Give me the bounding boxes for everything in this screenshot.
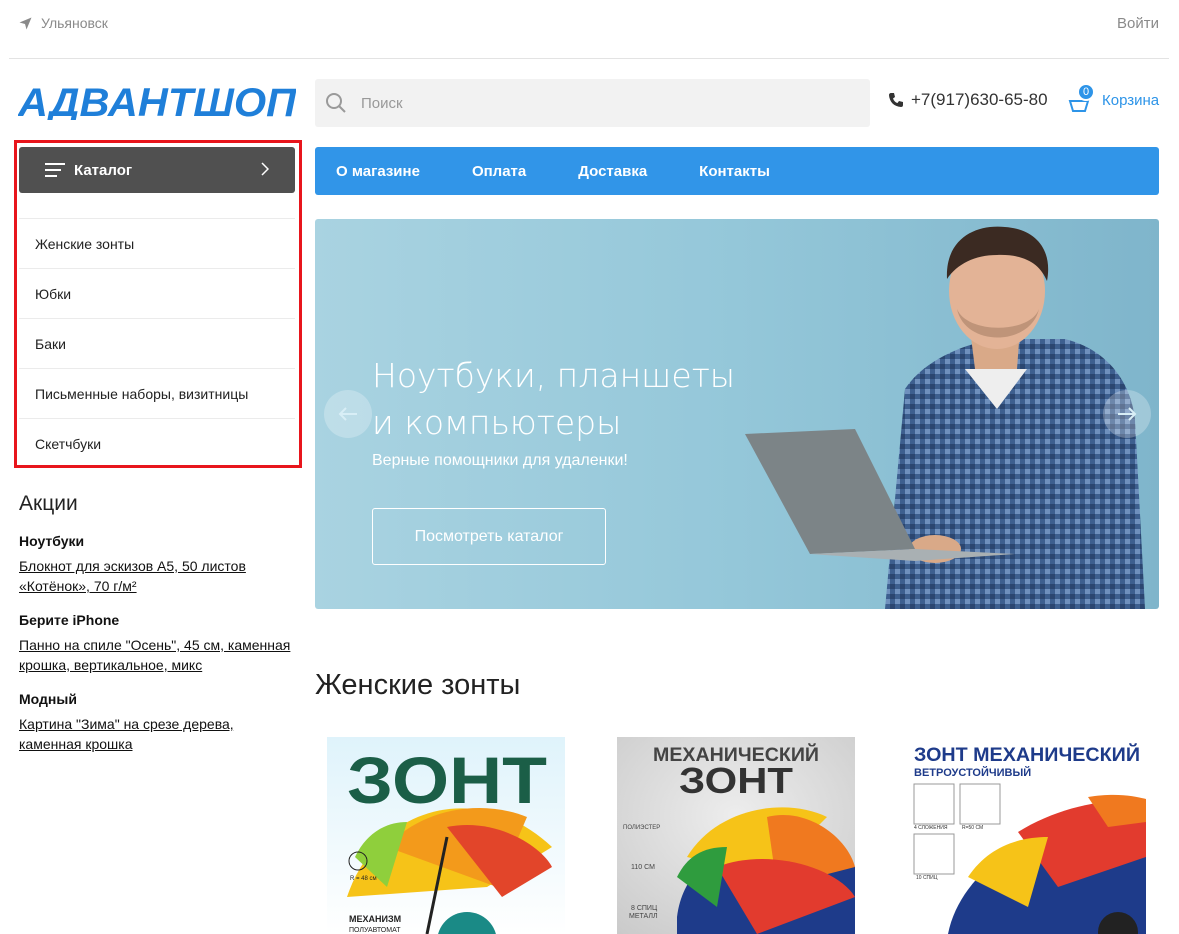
view-catalog-button[interactable]: Посмотреть каталог [372, 508, 606, 565]
product-headline: ЗОНТ [347, 743, 547, 817]
catalog-item-writing-sets[interactable]: Письменные наборы, визитницы [19, 368, 295, 418]
promotion-link[interactable]: Картина "Зима" на срезе дерева, каменная… [19, 714, 259, 754]
login-link[interactable]: Войти [1117, 15, 1159, 32]
product-card[interactable]: ЗОНТ R = 48 см МЕХАНИЗМ ПОЛУАВТОМАТ [327, 737, 565, 934]
product-image: МЕХАНИЧЕСКИЙ ЗОНТ ПОЛИЭСТЕР 110 СМ 8 СПИ… [617, 737, 855, 934]
catalog-item-skirts[interactable]: Юбки [19, 268, 295, 318]
product-spec: ПОЛУАВТОМАТ [349, 927, 401, 934]
slider-prev-button[interactable] [324, 390, 372, 438]
product-spec: R = 48 см [350, 876, 377, 882]
product-spec: 110 СМ [631, 864, 655, 871]
product-headline: ЗОНТ [679, 760, 793, 801]
product-spec: ПОЛИЭСТЕР [623, 825, 660, 831]
cart-label: Корзина [1102, 91, 1160, 109]
product-headline: ЗОНТ МЕХАНИЧЕСКИЙ [914, 744, 1140, 766]
search-input[interactable] [361, 94, 841, 112]
promotions-title: Акции [19, 492, 78, 515]
site-logo[interactable]: АДВАНТШОП [17, 81, 297, 125]
location-arrow-icon [19, 17, 32, 29]
section-title: Женские зонты [315, 669, 521, 701]
banner-title: Ноутбуки, планшеты и компьютеры [372, 352, 752, 446]
phone-icon [889, 93, 903, 107]
nav-delivery[interactable]: Доставка [578, 163, 647, 180]
slider-next-button[interactable] [1103, 390, 1151, 438]
catalog-button-label: Каталог [74, 161, 133, 179]
arrow-left-icon [338, 407, 357, 421]
promotion-item: Модный Картина "Зима" на срезе дерева, к… [19, 691, 304, 754]
chevron-right-icon [261, 162, 269, 176]
nav-payment[interactable]: Оплата [472, 163, 526, 180]
banner-title-line: Ноутбуки, планшеты [372, 356, 736, 395]
arrow-right-icon [1118, 407, 1137, 421]
catalog-button[interactable]: Каталог [19, 147, 295, 193]
catalog-list: Женские зонты Юбки Баки Письменные набор… [19, 218, 295, 468]
banner-person-image [745, 226, 1145, 609]
nav-contacts[interactable]: Контакты [699, 163, 770, 180]
search-icon[interactable] [325, 92, 347, 114]
promotion-link[interactable]: Панно на спиле "Осень", 45 см, каменная … [19, 635, 304, 675]
promotion-name: Берите iPhone [19, 612, 120, 628]
cart-link[interactable]: 0 Корзина [1068, 83, 1160, 114]
nav-about[interactable]: О магазине [336, 163, 420, 180]
city-name: Ульяновск [41, 15, 108, 31]
catalog-item-tanks[interactable]: Баки [19, 318, 295, 368]
product-headline: ВЕТРОУСТОЙЧИВЫЙ [914, 766, 1031, 779]
search-bar[interactable] [315, 79, 870, 127]
catalog-item-womens-umbrellas[interactable]: Женские зонты [19, 218, 295, 268]
promotion-item: Ноутбуки Блокнот для эскизов А5, 50 лист… [19, 533, 304, 596]
phone-contact[interactable]: +7(917)630-65-80 [888, 90, 1048, 110]
product-spec: 4 СЛОЖЕНИЯ [914, 825, 948, 831]
phone-number: +7(917)630-65-80 [911, 90, 1048, 109]
product-image: ЗОНТ R = 48 см МЕХАНИЗМ ПОЛУАВТОМАТ [327, 737, 565, 934]
cart-icon-wrap: 0 [1068, 83, 1096, 114]
product-spec: R=50 СМ [962, 825, 983, 831]
banner-subtitle: Верные помощники для удаленки! [372, 452, 628, 469]
promotion-link[interactable]: Блокнот для эскизов А5, 50 листов «Котён… [19, 556, 279, 596]
hero-banner: Ноутбуки, планшеты и компьютеры Верные п… [315, 219, 1159, 609]
product-spec: 10 СПИЦ [916, 875, 938, 881]
promotion-item: Берите iPhone Панно на спиле "Осень", 45… [19, 612, 304, 675]
product-spec: МЕХАНИЗМ [349, 914, 401, 924]
catalog-item-sketchbooks[interactable]: Скетчбуки [19, 418, 295, 468]
product-spec: МЕТАЛЛ [629, 913, 658, 920]
cart-count-badge: 0 [1077, 83, 1095, 101]
top-bar: Ульяновск Войти [9, 0, 1169, 59]
banner-title-line: и компьютеры [372, 403, 622, 442]
product-spec: 8 СПИЦ [631, 905, 658, 912]
promotion-name: Модный [19, 691, 77, 707]
product-image: ЗОНТ МЕХАНИЧЕСКИЙ ВЕТРОУСТОЙЧИВЫЙ 4 СЛОЖ… [908, 737, 1146, 934]
product-card[interactable]: МЕХАНИЧЕСКИЙ ЗОНТ ПОЛИЭСТЕР 110 СМ 8 СПИ… [617, 737, 855, 934]
product-card[interactable]: ЗОНТ МЕХАНИЧЕСКИЙ ВЕТРОУСТОЙЧИВЫЙ 4 СЛОЖ… [908, 737, 1146, 934]
promotion-name: Ноутбуки [19, 533, 85, 549]
main-nav: О магазине Оплата Доставка Контакты [315, 147, 1159, 195]
logo-text: АДВАНТШОП [18, 82, 296, 120]
city-selector[interactable]: Ульяновск [19, 15, 108, 31]
menu-icon [45, 163, 65, 177]
